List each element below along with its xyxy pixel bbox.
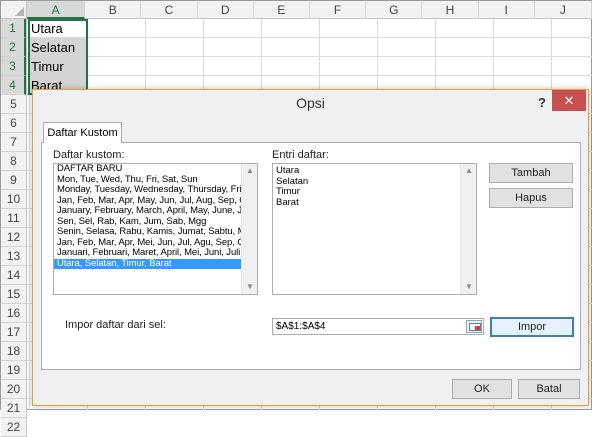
column-headers: A B C D E F G H I J — [27, 1, 592, 19]
list-entries-scrollbar[interactable]: ▲ ▼ — [460, 164, 476, 294]
custom-lists-listbox[interactable]: DAFTAR BARU Mon, Tue, Wed, Thu, Fri, Sat… — [53, 163, 258, 295]
import-button[interactable]: Impor — [490, 317, 574, 337]
row-header[interactable]: 10 — [1, 190, 26, 209]
column-header-j[interactable]: J — [535, 1, 592, 19]
row-header[interactable]: 16 — [1, 304, 26, 323]
column-header-e[interactable]: E — [254, 1, 310, 19]
custom-lists-label: Daftar kustom: — [53, 149, 125, 161]
row-header[interactable]: 2 — [1, 38, 26, 57]
column-header-c[interactable]: C — [141, 1, 198, 19]
add-button[interactable]: Tambah — [489, 163, 573, 183]
cancel-button[interactable]: Batal — [518, 379, 580, 399]
scroll-up-icon[interactable]: ▲ — [461, 164, 477, 178]
select-all-icon — [15, 7, 24, 16]
row-header[interactable]: 5 — [1, 95, 26, 114]
scroll-up-icon[interactable]: ▲ — [242, 164, 257, 178]
custom-lists-scrollbar[interactable]: ▲ ▼ — [241, 164, 257, 294]
delete-button[interactable]: Hapus — [489, 188, 573, 208]
column-header-h[interactable]: H — [422, 1, 479, 19]
row-header[interactable]: 22 — [1, 418, 26, 437]
list-item-selected[interactable]: Utara, Selatan, Timur, Barat — [54, 258, 241, 269]
list-item[interactable]: DAFTAR BARU — [54, 164, 241, 175]
row-header[interactable]: 20 — [1, 380, 26, 399]
row-headers: 1 2 3 4 5 6 7 8 9 10 11 12 13 14 15 16 1… — [1, 19, 27, 437]
select-all-corner[interactable] — [1, 1, 27, 19]
row-header[interactable]: 11 — [1, 209, 26, 228]
row-header[interactable]: 19 — [1, 361, 26, 380]
list-item[interactable]: Januari, Februari, Maret, April, Mei, Ju… — [54, 247, 241, 259]
column-header-i[interactable]: I — [479, 1, 535, 19]
row-header[interactable]: 9 — [1, 171, 26, 190]
row-header[interactable]: 6 — [1, 114, 26, 133]
custom-lists-items: DAFTAR BARU Mon, Tue, Wed, Thu, Fri, Sat… — [54, 164, 241, 294]
row-header[interactable]: 7 — [1, 133, 26, 152]
column-header-b[interactable]: B — [85, 1, 142, 19]
row-header[interactable]: 3 — [1, 57, 26, 76]
import-range-value: $A$1:$A$4 — [276, 321, 326, 332]
row-header[interactable]: 8 — [1, 152, 26, 171]
help-button[interactable]: ? — [538, 95, 546, 110]
column-header-f[interactable]: F — [310, 1, 367, 19]
column-header-d[interactable]: D — [198, 1, 254, 19]
list-entries-text: Utara Selatan Timur Barat — [276, 165, 309, 208]
list-item[interactable]: Senin, Selasa, Rabu, Kamis, Jumat, Sabtu… — [54, 226, 241, 238]
list-item[interactable]: January, February, March, April, May, Ju… — [54, 205, 241, 217]
row-header[interactable]: 18 — [1, 342, 26, 361]
row-header[interactable]: 12 — [1, 228, 26, 247]
dialog-titlebar[interactable]: Opsi ? ✕ — [33, 90, 588, 118]
row-header[interactable]: 13 — [1, 247, 26, 266]
import-label: Impor daftar dari sel: — [65, 319, 166, 331]
column-header-a[interactable]: A — [27, 1, 86, 19]
ok-button[interactable]: OK — [452, 379, 512, 399]
scroll-down-icon[interactable]: ▼ — [461, 280, 477, 294]
row-header[interactable]: 21 — [1, 399, 26, 418]
list-item[interactable]: Monday, Tuesday, Wednesday, Thursday, Fr… — [54, 184, 241, 196]
import-range-input[interactable]: $A$1:$A$4 — [272, 318, 484, 335]
column-header-g[interactable]: G — [366, 1, 423, 19]
list-entries-textarea[interactable]: Utara Selatan Timur Barat ▲ ▼ — [272, 163, 477, 295]
dialog-title: Opsi — [296, 95, 325, 111]
row-header[interactable]: 4 — [1, 76, 26, 95]
tab-custom-lists[interactable]: Daftar Kustom — [43, 122, 122, 143]
close-button[interactable]: ✕ — [552, 90, 586, 111]
selection-range-border — [28, 19, 88, 95]
custom-lists-panel: Daftar kustom: DAFTAR BARU Mon, Tue, Wed… — [41, 142, 581, 370]
options-dialog: Opsi ? ✕ Daftar Kustom Daftar kustom: DA… — [32, 89, 589, 406]
row-header[interactable]: 17 — [1, 323, 26, 342]
row-header[interactable]: 1 — [1, 19, 26, 38]
list-entries-label: Entri daftar: — [272, 149, 329, 161]
range-selector-icon[interactable] — [466, 320, 482, 333]
row-header[interactable]: 15 — [1, 285, 26, 304]
row-header[interactable]: 14 — [1, 266, 26, 285]
scroll-down-icon[interactable]: ▼ — [242, 280, 257, 294]
